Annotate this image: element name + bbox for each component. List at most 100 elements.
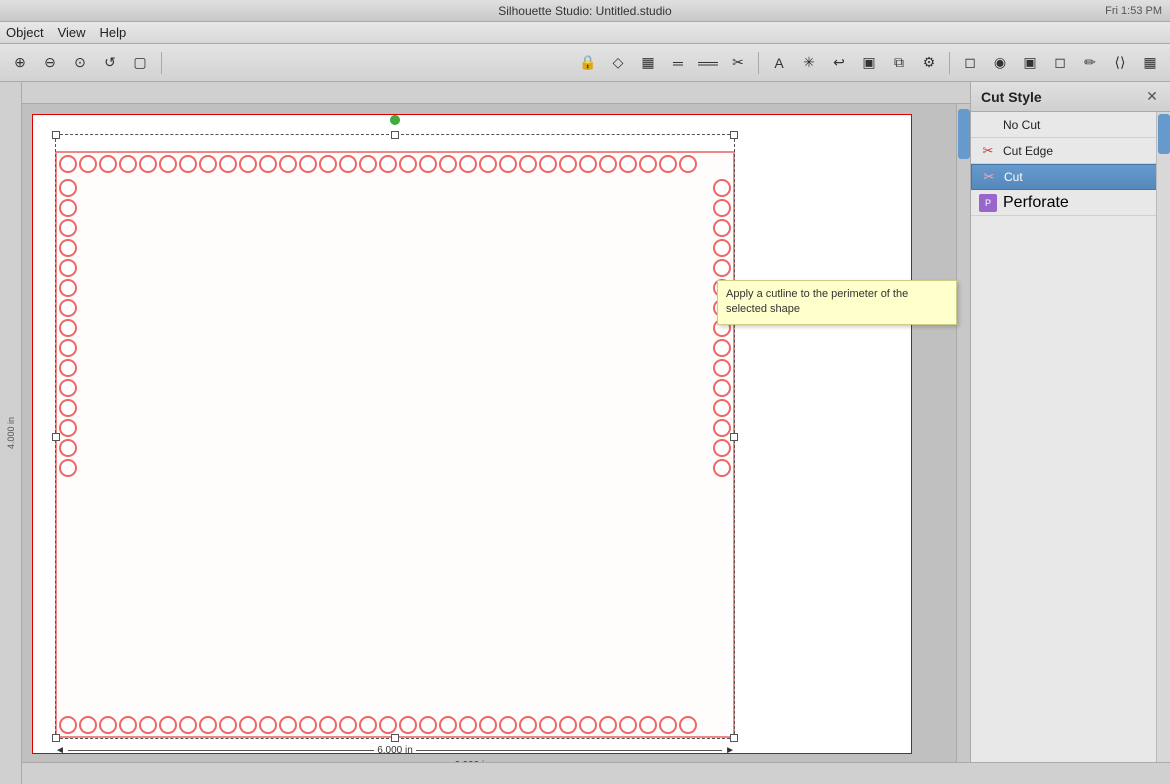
dot [199, 155, 217, 173]
cut-style-panel: Cut Style ✕ No Cut ✂ Cut Edge ✂ Cut Appl… [970, 82, 1170, 784]
dot [79, 716, 97, 734]
dot [359, 716, 377, 734]
fill-button[interactable]: ◉ [986, 49, 1014, 77]
perforate-icon: P [979, 194, 997, 212]
ruler-left: 4.000 in [0, 82, 22, 784]
dot [639, 716, 657, 734]
text-button[interactable]: A [765, 49, 793, 77]
cut-style-cut-edge[interactable]: ✂ Cut Edge [971, 138, 1170, 164]
align-v-button[interactable]: ══ [694, 49, 722, 77]
dot-row-top [57, 155, 733, 173]
cut-style-no-cut[interactable]: No Cut [971, 112, 1170, 138]
dot [59, 219, 77, 237]
color-button[interactable]: ◻ [1046, 49, 1074, 77]
cut-style-cut[interactable]: ✂ Cut Apply a cutline to the perimeter o… [971, 164, 1170, 190]
width-dimension-arrow: ◄ 6.000 in ► [55, 745, 735, 756]
scrollbar-vertical[interactable] [956, 104, 970, 762]
dot [519, 155, 537, 173]
dot [439, 716, 457, 734]
settings-button[interactable]: ⚙ [915, 49, 943, 77]
group-button[interactable]: ▣ [855, 49, 883, 77]
dot [479, 155, 497, 173]
dot [559, 155, 577, 173]
canvas-content[interactable]: 6.000 in [22, 104, 970, 762]
zoom-in-button[interactable]: ⊕ [6, 49, 34, 77]
canvas-area[interactable]: 4.000 in 6.000 in [0, 82, 970, 784]
clock: Fri 1:53 PM [1105, 5, 1162, 17]
zoom-tools: ⊕ ⊖ ⊙ ↺ ▢ [6, 49, 154, 77]
cut-edge-label: Cut Edge [1003, 144, 1053, 158]
toolbar: ⊕ ⊖ ⊙ ↺ ▢ 🔒 ◇ ▦ ═ ══ ✂ A ✳ ↩ ▣ ⧉ ⚙ ◻ ◉ ▣… [0, 44, 1170, 82]
dot [419, 716, 437, 734]
dot [339, 155, 357, 173]
dot [59, 459, 77, 477]
cut-button[interactable]: ✂ [724, 49, 752, 77]
dot [59, 155, 77, 173]
dot [139, 155, 157, 173]
line-style-button[interactable]: ▣ [1016, 49, 1044, 77]
undo-button[interactable]: ↩ [825, 49, 853, 77]
panel-title: Cut Style [981, 89, 1042, 105]
shapes-button[interactable]: ◇ [604, 49, 632, 77]
dot [639, 155, 657, 173]
select-button[interactable]: ▢ [126, 49, 154, 77]
dot [279, 716, 297, 734]
layers-button[interactable]: ◻ [956, 49, 984, 77]
dot [713, 219, 731, 237]
dot [713, 419, 731, 437]
lock-button[interactable]: 🔒 [574, 49, 602, 77]
dot [359, 155, 377, 173]
dot [679, 716, 697, 734]
dot [239, 155, 257, 173]
panel-close-button[interactable]: ✕ [1144, 89, 1160, 105]
dot-col-left [59, 177, 77, 712]
ruler-bottom [22, 762, 970, 784]
dot [59, 339, 77, 357]
dot [99, 716, 117, 734]
dot [599, 155, 617, 173]
tooltip: Apply a cutline to the perimeter of the … [717, 280, 957, 325]
pen-button[interactable]: ✏ [1076, 49, 1104, 77]
dot [713, 359, 731, 377]
cut-label: Cut [1004, 170, 1023, 184]
pattern-button[interactable]: ▦ [1136, 49, 1164, 77]
zoom-out-button[interactable]: ⊖ [36, 49, 64, 77]
dot [459, 155, 477, 173]
menu-help[interactable]: Help [100, 25, 127, 40]
dot [199, 716, 217, 734]
dot [259, 155, 277, 173]
dot [713, 239, 731, 257]
menu-object[interactable]: Object [6, 25, 44, 40]
cut-edge-icon: ✂ [979, 142, 997, 160]
panel-scroll-thumb[interactable] [1158, 114, 1170, 154]
ungroup-button[interactable]: ⧉ [885, 49, 913, 77]
dot [459, 716, 477, 734]
system-icons: Fri 1:53 PM [1105, 5, 1162, 17]
scroll-thumb-vertical[interactable] [958, 109, 970, 159]
dot [399, 716, 417, 734]
dot [59, 299, 77, 317]
dot [79, 155, 97, 173]
menu-view[interactable]: View [58, 25, 86, 40]
dot [299, 716, 317, 734]
dot [539, 716, 557, 734]
pan-button[interactable]: ↺ [96, 49, 124, 77]
perforate-label: Perforate [1003, 194, 1069, 212]
zoom-fit-button[interactable]: ⊙ [66, 49, 94, 77]
toolbar-right-group: 🔒 ◇ ▦ ═ ══ ✂ A ✳ ↩ ▣ ⧉ ⚙ ◻ ◉ ▣ ◻ ✏ ⟨⟩ ▦ [574, 49, 1164, 77]
dot-pattern-shape[interactable] [55, 151, 735, 738]
dot [499, 155, 517, 173]
dot [619, 716, 637, 734]
dot [299, 155, 317, 173]
dot [379, 155, 397, 173]
cut-style-perforate[interactable]: P Perforate [971, 190, 1170, 216]
trace-button[interactable]: ✳ [795, 49, 823, 77]
grid-button[interactable]: ▦ [634, 49, 662, 77]
toolbar-separator-3 [949, 52, 950, 74]
dot [713, 459, 731, 477]
panel-scrollbar[interactable] [1156, 112, 1170, 784]
align-h-button[interactable]: ═ [664, 49, 692, 77]
weld-button[interactable]: ⟨⟩ [1106, 49, 1134, 77]
panel-header: Cut Style ✕ [971, 82, 1170, 112]
dot [339, 716, 357, 734]
